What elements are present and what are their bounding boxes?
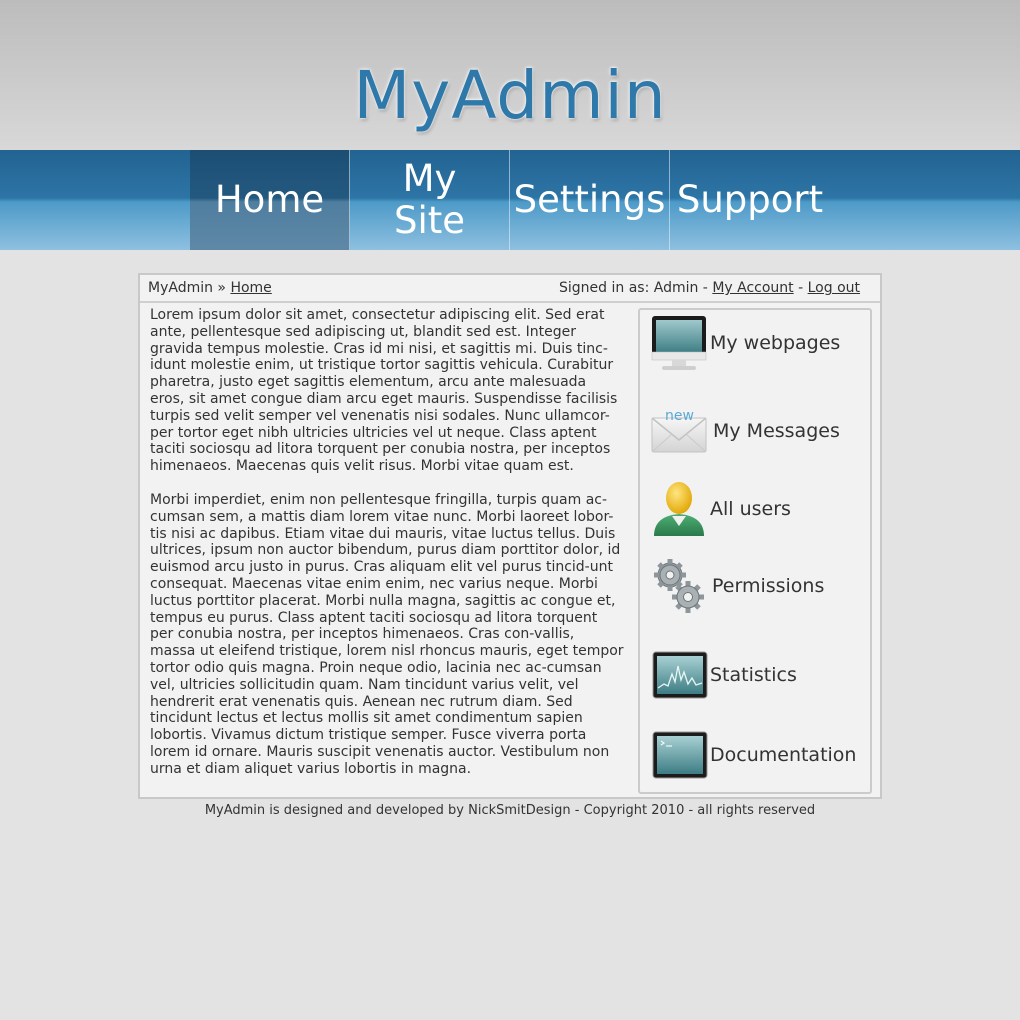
nav-home[interactable]: Home	[190, 150, 350, 250]
logout-link[interactable]: Log out	[808, 280, 860, 296]
nav-home-label: Home	[214, 178, 325, 221]
account-dash: -	[793, 280, 808, 296]
breadcrumb-root: MyAdmin	[148, 280, 213, 296]
sidebar-item-permissions[interactable]: Permissions	[650, 553, 866, 619]
header: MyAdmin	[0, 0, 1020, 150]
footer: MyAdmin is designed and developed by Nic…	[204, 803, 816, 818]
nav-my-site[interactable]: My Site	[350, 150, 510, 250]
sidebar-item-webpages[interactable]: My webpages	[650, 310, 866, 376]
monitor-icon	[650, 312, 708, 374]
my-account-link[interactable]: My Account	[712, 280, 793, 296]
user-icon	[650, 478, 708, 540]
account-info: Signed in as: Admin - My Account - Log o…	[559, 275, 860, 302]
new-badge: new	[665, 408, 694, 424]
panel-topbar: MyAdmin » Home Signed in as: Admin - My …	[140, 275, 880, 303]
envelope-icon: new	[650, 400, 708, 462]
main-panel: MyAdmin » Home Signed in as: Admin - My …	[138, 273, 882, 799]
gears-icon	[650, 555, 708, 617]
content-text: Lorem ipsum dolor sit amet, consectetur …	[150, 307, 624, 795]
sidebar-statistics-label: Statistics	[710, 664, 797, 686]
chart-screen-icon	[650, 644, 708, 706]
sidebar-item-documentation[interactable]: Documentation	[650, 722, 866, 788]
nav-settings-label: Settings	[513, 178, 666, 221]
sidebar: My webpages new My Messages All users Pe…	[638, 308, 872, 794]
nav-my-site-label: My Site	[393, 157, 466, 242]
main-nav: Home My Site Settings Support	[0, 150, 1020, 250]
content-paragraph-1: Lorem ipsum dolor sit amet, consectetur …	[150, 307, 618, 475]
nav-support-label: Support	[676, 178, 824, 221]
sidebar-webpages-label: My webpages	[710, 332, 841, 354]
content-paragraph-2: Morbi imperdiet, enim non pellentesque f…	[150, 491, 624, 777]
breadcrumb: MyAdmin » Home	[148, 275, 272, 302]
nav-support[interactable]: Support	[670, 150, 830, 250]
breadcrumb-home-link[interactable]: Home	[230, 280, 271, 296]
logo: MyAdmin	[353, 57, 667, 134]
sidebar-item-messages[interactable]: new My Messages	[650, 398, 866, 464]
sidebar-messages-label: My Messages	[713, 420, 840, 442]
terminal-screen-icon	[650, 724, 708, 786]
signed-in-text: Signed in as: Admin -	[559, 280, 713, 296]
breadcrumb-separator: »	[212, 280, 231, 296]
sidebar-documentation-label: Documentation	[710, 744, 857, 766]
sidebar-permissions-label: Permissions	[712, 575, 825, 597]
sidebar-users-label: All users	[710, 498, 791, 520]
sidebar-item-statistics[interactable]: Statistics	[650, 642, 866, 708]
sidebar-item-users[interactable]: All users	[650, 476, 866, 542]
nav-settings[interactable]: Settings	[510, 150, 670, 250]
